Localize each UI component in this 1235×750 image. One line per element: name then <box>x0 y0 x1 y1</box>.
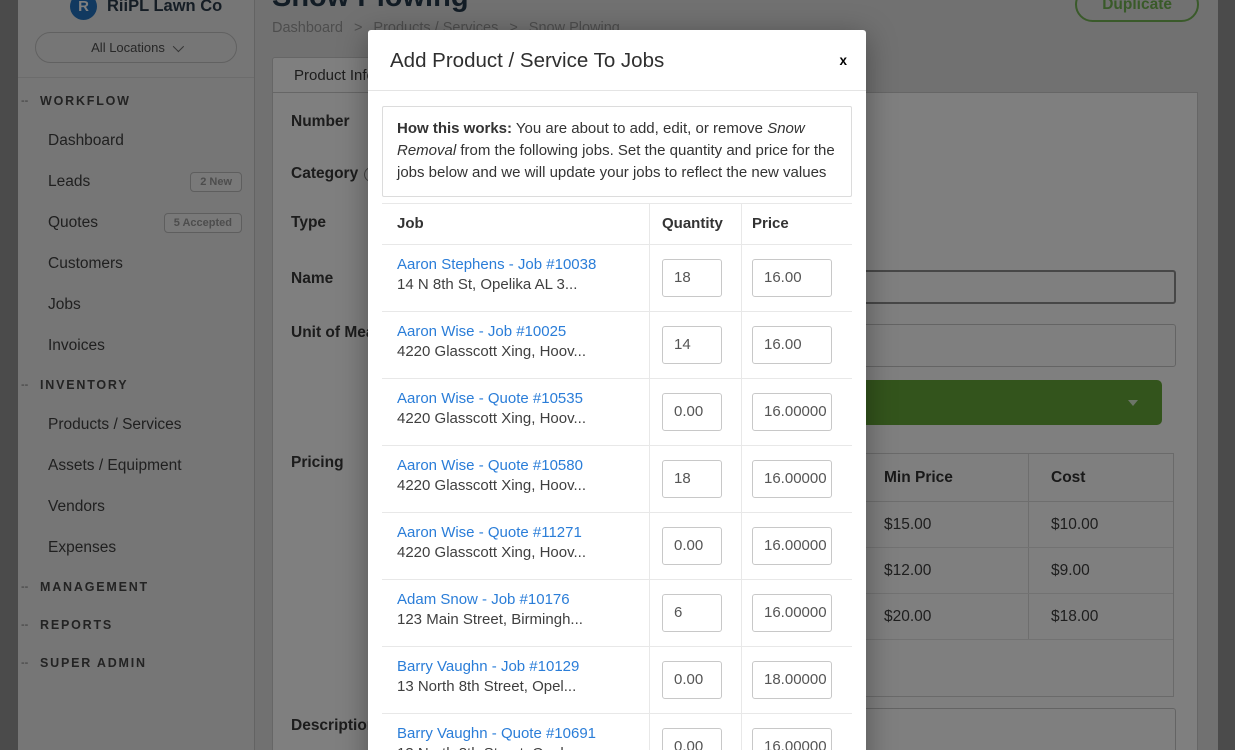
quantity-input[interactable] <box>662 393 722 431</box>
job-row: Barry Vaughn - Quote #10691 13 North 8th … <box>382 714 852 750</box>
job-address: 4220 Glasscott Xing, Hoov... <box>397 410 649 427</box>
job-row: Aaron Wise - Quote #10580 4220 Glasscott … <box>382 446 852 513</box>
quantity-cell <box>650 379 742 445</box>
jobs-table-header: Job Quantity Price <box>382 203 852 245</box>
quantity-cell <box>650 312 742 378</box>
quantity-input[interactable] <box>662 661 722 699</box>
job-address: 123 Main Street, Birmingh... <box>397 611 649 628</box>
price-input[interactable] <box>752 594 832 632</box>
price-input[interactable] <box>752 326 832 364</box>
modal-title: Add Product / Service To Jobs <box>390 49 844 73</box>
job-cell: Aaron Wise - Quote #10580 4220 Glasscott … <box>382 446 650 512</box>
quantity-input[interactable] <box>662 527 722 565</box>
job-cell: Aaron Stephens - Job #10038 14 N 8th St, … <box>382 245 650 311</box>
job-link[interactable]: Aaron Wise - Quote #10580 <box>397 457 649 474</box>
price-cell <box>742 245 852 311</box>
jobs-table-header-quantity: Quantity <box>650 204 742 244</box>
price-input[interactable] <box>752 460 832 498</box>
jobs-table-header-price: Price <box>742 204 852 244</box>
job-cell: Aaron Wise - Job #10025 4220 Glasscott Xi… <box>382 312 650 378</box>
job-address: 13 North 8th Street, Opel... <box>397 678 649 695</box>
modal-header: Add Product / Service To Jobs x <box>368 30 866 91</box>
job-row: Aaron Wise - Quote #10535 4220 Glasscott … <box>382 379 852 446</box>
job-link[interactable]: Aaron Wise - Quote #10535 <box>397 390 649 407</box>
job-link[interactable]: Barry Vaughn - Job #10129 <box>397 658 649 675</box>
quantity-input[interactable] <box>662 594 722 632</box>
job-link[interactable]: Aaron Wise - Quote #11271 <box>397 524 649 541</box>
job-row: Adam Snow - Job #10176 123 Main Street, B… <box>382 580 852 647</box>
job-address: 4220 Glasscott Xing, Hoov... <box>397 544 649 561</box>
quantity-cell <box>650 245 742 311</box>
price-cell <box>742 379 852 445</box>
quantity-cell <box>650 446 742 512</box>
price-input[interactable] <box>752 527 832 565</box>
how-this-works-text-2: from the following jobs. Set the quantit… <box>397 142 835 181</box>
job-cell: Aaron Wise - Quote #11271 4220 Glasscott … <box>382 513 650 579</box>
jobs-table-header-job: Job <box>382 204 650 244</box>
close-icon[interactable]: x <box>839 54 847 68</box>
add-product-service-modal: Add Product / Service To Jobs x How this… <box>368 30 866 750</box>
job-cell: Barry Vaughn - Job #10129 13 North 8th St… <box>382 647 650 713</box>
job-link[interactable]: Adam Snow - Job #10176 <box>397 591 649 608</box>
quantity-input[interactable] <box>662 259 722 297</box>
how-this-works-note: How this works: You are about to add, ed… <box>382 106 852 197</box>
job-cell: Barry Vaughn - Quote #10691 13 North 8th … <box>382 714 650 750</box>
quantity-cell <box>650 714 742 750</box>
price-input[interactable] <box>752 259 832 297</box>
price-cell <box>742 312 852 378</box>
price-input[interactable] <box>752 661 832 699</box>
job-address: 4220 Glasscott Xing, Hoov... <box>397 477 649 494</box>
job-cell: Aaron Wise - Quote #10535 4220 Glasscott … <box>382 379 650 445</box>
how-this-works-text-1: You are about to add, edit, or remove <box>512 120 767 137</box>
quantity-cell <box>650 513 742 579</box>
quantity-cell <box>650 580 742 646</box>
price-input[interactable] <box>752 728 832 750</box>
quantity-input[interactable] <box>662 326 722 364</box>
price-cell <box>742 647 852 713</box>
job-row: Aaron Stephens - Job #10038 14 N 8th St, … <box>382 245 852 312</box>
job-link[interactable]: Barry Vaughn - Quote #10691 <box>397 725 649 742</box>
price-cell <box>742 580 852 646</box>
job-link[interactable]: Aaron Wise - Job #10025 <box>397 323 649 340</box>
job-link[interactable]: Aaron Stephens - Job #10038 <box>397 256 649 273</box>
job-address: 13 North 8th Street, Opel... <box>397 745 649 750</box>
jobs-table-body: Aaron Stephens - Job #10038 14 N 8th St, … <box>382 245 852 750</box>
job-cell: Adam Snow - Job #10176 123 Main Street, B… <box>382 580 650 646</box>
modal-body: How this works: You are about to add, ed… <box>368 91 866 750</box>
price-input[interactable] <box>752 393 832 431</box>
quantity-input[interactable] <box>662 728 722 750</box>
quantity-cell <box>650 647 742 713</box>
job-row: Aaron Wise - Quote #11271 4220 Glasscott … <box>382 513 852 580</box>
job-row: Aaron Wise - Job #10025 4220 Glasscott Xi… <box>382 312 852 379</box>
price-cell <box>742 513 852 579</box>
job-address: 4220 Glasscott Xing, Hoov... <box>397 343 649 360</box>
job-address: 14 N 8th St, Opelika AL 3... <box>397 276 649 293</box>
job-row: Barry Vaughn - Job #10129 13 North 8th St… <box>382 647 852 714</box>
how-this-works-bold: How this works: <box>397 120 512 137</box>
price-cell <box>742 446 852 512</box>
jobs-table: Job Quantity Price Aaron Stephens - Job … <box>382 203 852 750</box>
price-cell <box>742 714 852 750</box>
quantity-input[interactable] <box>662 460 722 498</box>
